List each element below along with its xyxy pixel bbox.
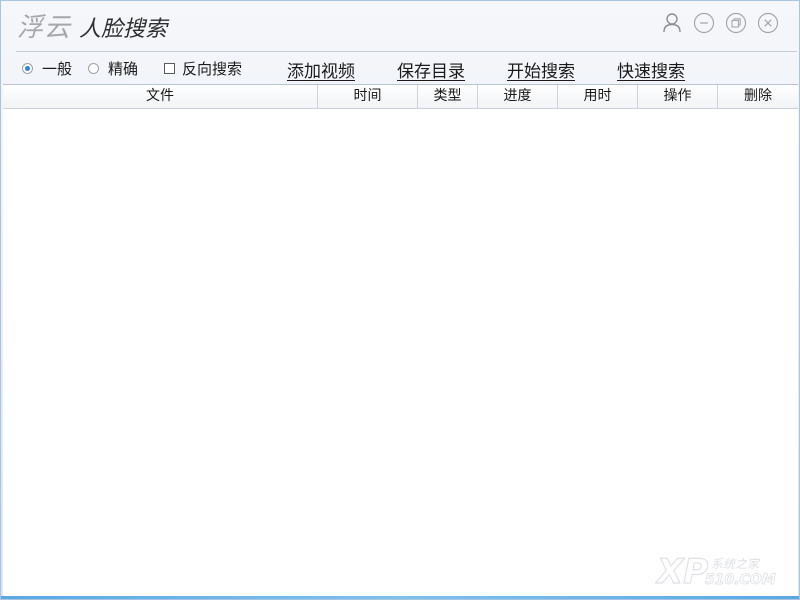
window-controls [661,11,779,35]
mode-general-radio[interactable]: 一般 [22,58,72,79]
table-body[interactable] [3,109,798,599]
minimize-icon[interactable] [693,12,715,34]
save-directory-link[interactable]: 保存目录 [397,57,465,82]
mode-precise-radio[interactable]: 精确 [88,58,138,79]
column-header-time[interactable]: 时间 [318,85,418,108]
column-header-progress[interactable]: 进度 [478,85,558,108]
quick-search-link[interactable]: 快速搜索 [617,57,685,82]
title-divider [16,51,797,52]
column-header-duration[interactable]: 用时 [558,85,638,108]
svg-text:510.COM: 510.COM [705,572,776,588]
app-window: 浮云 人脸搜索 一般 精确 反向搜索 添加视频 保存目录 开始搜索 快速搜索 文… [0,0,800,600]
column-header-file[interactable]: 文件 [3,85,318,108]
app-title: 浮云 人脸搜索 [17,7,167,44]
app-product-name: 人脸搜索 [79,17,168,42]
close-icon[interactable] [757,12,779,34]
checkbox-icon [164,63,175,74]
svg-text:系统之家: 系统之家 [711,557,761,571]
app-brand: 浮云 [17,13,72,43]
column-header-delete[interactable]: 删除 [718,85,798,108]
reverse-search-label: 反向搜索 [182,60,243,78]
toolbar: 一般 精确 反向搜索 添加视频 保存目录 开始搜索 快速搜索 [1,54,799,82]
column-header-action[interactable]: 操作 [638,85,718,108]
user-icon[interactable] [661,12,683,34]
column-header-type[interactable]: 类型 [418,85,478,108]
radio-unchecked-icon [88,63,99,74]
table-header: 文件 时间 类型 进度 用时 操作 删除 [3,85,798,109]
svg-text:XP: XP [655,552,708,591]
file-table[interactable]: 文件 时间 类型 进度 用时 操作 删除 [3,84,798,599]
mode-general-label: 一般 [42,60,73,78]
reverse-search-checkbox[interactable]: 反向搜索 [164,58,242,79]
restore-icon[interactable] [725,12,747,34]
watermark-logo: XP 系统之家 510.COM [654,551,785,592]
title-bar[interactable]: 浮云 人脸搜索 [1,1,799,51]
mode-precise-label: 精确 [108,60,139,78]
add-video-link[interactable]: 添加视频 [287,57,355,82]
start-search-link[interactable]: 开始搜索 [507,57,575,82]
radio-checked-icon [22,63,33,74]
